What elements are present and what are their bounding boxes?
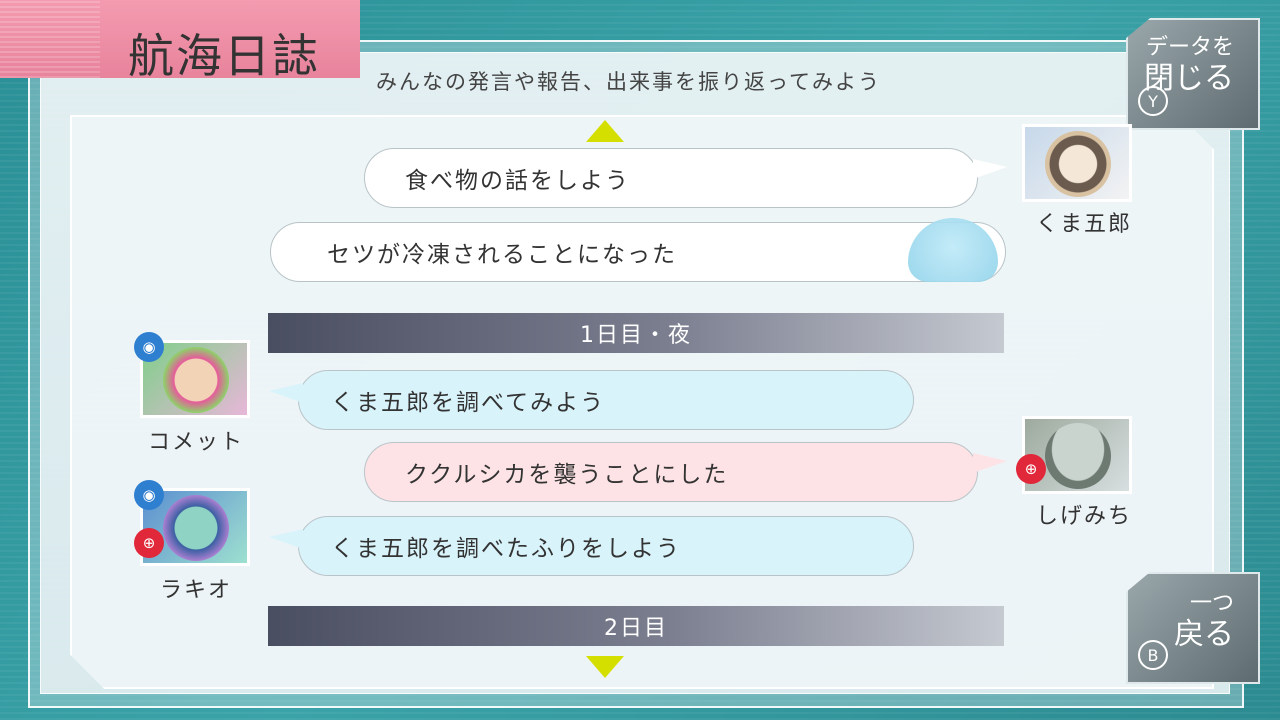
back-button[interactable]: 一つ 戻る B	[1126, 572, 1260, 684]
speaker-name: くま五郎	[1035, 212, 1132, 237]
log-text: くま五郎を調べたふりをしよう	[331, 536, 681, 562]
scroll-down-arrow-icon[interactable]	[586, 656, 624, 678]
day-divider-label: 1日目・夜	[580, 323, 692, 348]
page-subtitle: みんなの発言や報告、出来事を振り返ってみよう	[376, 70, 881, 94]
sun-face-icon	[1045, 131, 1111, 197]
comet-face-icon	[163, 347, 229, 413]
speaker-name: コメット	[147, 430, 244, 455]
rakio-face-icon	[163, 495, 229, 561]
log-bubble: くま五郎を調べたふりをしよう	[269, 516, 914, 576]
day-divider: 1日目・夜	[268, 313, 1004, 353]
log-bubble: くま五郎を調べてみよう	[269, 370, 914, 430]
day-divider-label: 2日目	[604, 616, 668, 641]
day-divider: 2日目	[268, 606, 1004, 646]
speaker-name: しげみち	[1035, 504, 1132, 529]
avatar-shigemichi	[1022, 416, 1132, 494]
title-tab-stripe	[0, 0, 100, 78]
log-text: くま五郎を調べてみよう	[331, 390, 606, 416]
log-bubble: 食べ物の話をしよう	[364, 148, 1007, 208]
avatar-kumagoro	[1022, 124, 1132, 202]
log-text: セツが冷凍されることになった	[327, 242, 677, 268]
speaker-name: ラキオ	[159, 578, 232, 603]
gnosia-role-icon: ⊕	[1016, 454, 1046, 484]
log-text: 食べ物の話をしよう	[405, 168, 630, 194]
log-bubble: ククルシカを襲うことにした	[364, 442, 1007, 502]
back-button-label-1: 一つ	[1189, 591, 1234, 616]
close-data-button[interactable]: データを 閉じる Y	[1126, 18, 1260, 130]
alien-face-icon	[1045, 423, 1111, 489]
engineer-role-icon: ◉	[134, 480, 164, 510]
engineer-role-icon: ◉	[134, 332, 164, 362]
scroll-up-arrow-icon[interactable]	[586, 120, 624, 142]
gnosia-role-icon: ⊕	[134, 528, 164, 558]
log-text: ククルシカを襲うことにした	[405, 462, 729, 488]
b-key-icon: B	[1138, 640, 1168, 670]
back-button-label-2: 戻る	[1174, 617, 1234, 652]
page-title: 航海日誌	[128, 29, 320, 83]
y-key-icon: Y	[1138, 86, 1168, 116]
log-bubble: セツが冷凍されることになった	[270, 222, 1006, 282]
close-button-label-1: データを	[1145, 35, 1234, 60]
